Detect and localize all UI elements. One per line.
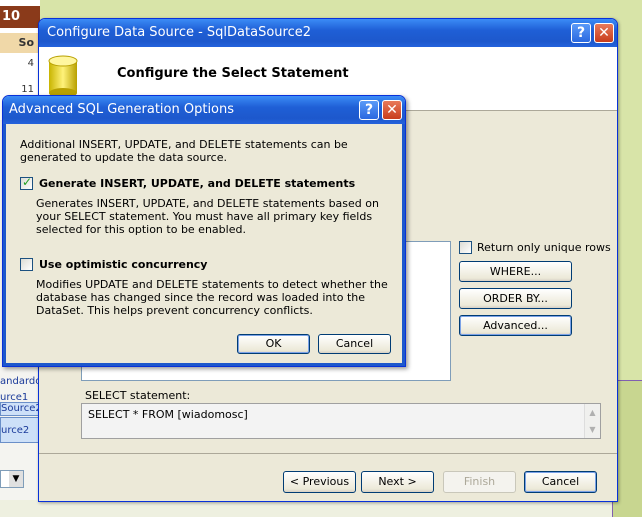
calendar-day-of-week: So xyxy=(0,33,40,53)
help-icon[interactable]: ? xyxy=(359,100,379,120)
calendar-header: 10 xyxy=(0,6,40,28)
ok-button[interactable]: OK xyxy=(237,334,310,354)
dialog-intro-text: Additional INSERT, UPDATE, and DELETE st… xyxy=(20,138,348,164)
select-statement-box[interactable]: SELECT * FROM [wiadomosc] ▲ ▼ xyxy=(81,403,601,439)
optimistic-concurrency-label: Use optimistic concurrency xyxy=(39,258,208,271)
previous-button[interactable]: < Previous xyxy=(283,471,356,493)
calendar-day: 4 xyxy=(27,58,34,69)
window-titlebar: Configure Data Source - SqlDataSource2 ?… xyxy=(39,19,617,47)
database-icon xyxy=(48,55,78,98)
optimistic-concurrency-option[interactable]: Use optimistic concurrency xyxy=(20,258,207,271)
unique-rows-option[interactable]: Return only unique rows xyxy=(459,241,611,254)
dialog-title: Advanced SQL Generation Options xyxy=(9,102,235,117)
unique-rows-label: Return only unique rows xyxy=(477,241,611,254)
dialog-cancel-button[interactable]: Cancel xyxy=(318,334,391,354)
finish-button[interactable]: Finish xyxy=(443,471,516,493)
optimistic-concurrency-description: Modifies UPDATE and DELETE statements to… xyxy=(36,278,388,317)
dropdown-fragment[interactable]: ▼ xyxy=(0,470,24,488)
datasource-control-fragment[interactable]: urce2 xyxy=(0,417,40,443)
chevron-down-icon[interactable]: ▼ xyxy=(9,471,23,487)
cancel-button[interactable]: Cancel xyxy=(524,471,597,493)
designer-fragment: andardov xyxy=(0,376,40,387)
generate-statements-description: Generates INSERT, UPDATE, and DELETE sta… xyxy=(36,197,379,236)
order-by-button[interactable]: ORDER BY... xyxy=(459,288,572,309)
close-icon[interactable]: ✕ xyxy=(382,100,402,120)
optimistic-concurrency-checkbox[interactable] xyxy=(20,258,33,271)
generate-statements-option[interactable]: Generate INSERT, UPDATE, and DELETE stat… xyxy=(20,175,356,190)
where-button[interactable]: WHERE... xyxy=(459,261,572,282)
scroll-up-icon[interactable]: ▲ xyxy=(585,404,600,421)
generate-statements-checkbox[interactable] xyxy=(20,175,33,190)
scroll-down-icon[interactable]: ▼ xyxy=(585,421,600,438)
advanced-button[interactable]: Advanced... xyxy=(459,315,572,336)
advanced-sql-options-dialog: Advanced SQL Generation Options ? ✕ Addi… xyxy=(2,95,406,367)
page-title: Configure the Select Statement xyxy=(117,66,349,81)
dialog-body: Additional INSERT, UPDATE, and DELETE st… xyxy=(3,124,405,366)
unique-rows-checkbox[interactable] xyxy=(459,241,472,254)
generate-statements-label: Generate INSERT, UPDATE, and DELETE stat… xyxy=(39,177,356,190)
select-statement-text: SELECT * FROM [wiadomosc] xyxy=(88,408,248,421)
next-button[interactable]: Next > xyxy=(361,471,434,493)
background-strip xyxy=(0,500,612,517)
dialog-titlebar: Advanced SQL Generation Options ? ✕ xyxy=(3,96,405,124)
window-title: Configure Data Source - SqlDataSource2 xyxy=(47,25,311,40)
datasource-control-fragment[interactable]: Source2 xyxy=(0,402,40,416)
footer-divider xyxy=(39,453,617,454)
help-icon[interactable]: ? xyxy=(571,23,591,43)
select-statement-label: SELECT statement: xyxy=(85,389,191,402)
close-icon[interactable]: ✕ xyxy=(594,23,614,43)
select-statement-scrollbar[interactable]: ▲ ▼ xyxy=(584,404,600,438)
